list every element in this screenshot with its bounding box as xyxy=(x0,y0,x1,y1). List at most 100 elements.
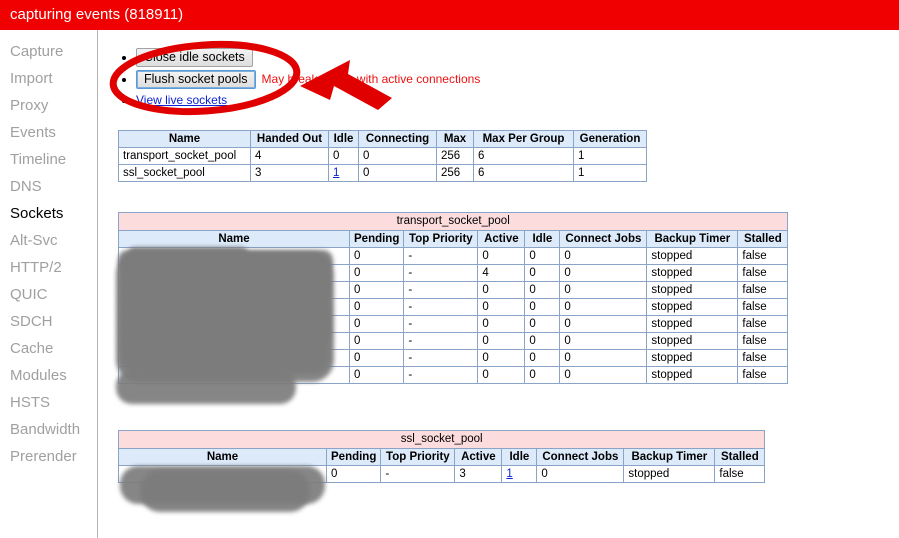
sidebar-item-bandwidth[interactable]: Bandwidth xyxy=(0,416,97,443)
sidebar-item-http-2[interactable]: HTTP/2 xyxy=(0,254,97,281)
flush-socket-pools-button[interactable]: Flush socket pools xyxy=(136,70,256,89)
view-live-sockets-link[interactable]: View live sockets xyxy=(136,93,227,107)
table-row: 0-0 0 0 stopped false xyxy=(118,298,789,316)
cell-connect-jobs: 0 xyxy=(559,332,648,350)
cell-backup-timer: stopped xyxy=(646,332,739,350)
cell-active: 0 xyxy=(477,332,526,350)
cell-idle: 0 xyxy=(524,264,561,282)
sidebar-item-capture[interactable]: Capture xyxy=(0,38,97,65)
cell-stalled: false xyxy=(737,281,789,299)
cell-connecting: 0 xyxy=(358,164,437,182)
table-header-row: Name Pending Top Priority Active Idle Connect… xyxy=(118,448,766,466)
sidebar-item-sdch[interactable]: SDCH xyxy=(0,308,97,335)
table-header-row: Name Pending Top Priority Active Idle Connect… xyxy=(118,230,789,248)
cell-backup-timer: stopped xyxy=(623,465,716,483)
column-header: Idle xyxy=(328,130,359,148)
column-header: Idle xyxy=(524,230,561,248)
cell-active: 0 xyxy=(477,247,526,265)
column-header: Pending xyxy=(325,448,382,466)
cell-top-priority: - xyxy=(403,332,479,350)
column-header: Top Priority xyxy=(380,448,456,466)
cell-active: 0 xyxy=(477,366,526,384)
pools-summary-container: Name Handed Out Idle Connecting Max Max Per G… xyxy=(118,130,647,182)
cell-top-priority: - xyxy=(403,315,479,333)
idle-sockets-link[interactable]: 1 xyxy=(506,468,512,480)
cell-idle: 0 xyxy=(524,247,561,265)
sidebar-item-dns[interactable]: DNS xyxy=(0,173,97,200)
close-idle-sockets-button[interactable]: Close idle sockets xyxy=(136,48,253,67)
view-live-sockets-item: View live sockets xyxy=(136,92,899,109)
cell-stalled: false xyxy=(737,332,789,350)
cell-idle[interactable]: 1 xyxy=(328,164,359,182)
cell-backup-timer: stopped xyxy=(646,247,739,265)
cell-active: 3 xyxy=(454,465,503,483)
cell-pending: 0 xyxy=(348,315,405,333)
cell-connecting: 0 xyxy=(358,147,437,165)
table-body: transport_socket_pool 4 0 0 256 6 1 ssl_socket_… xyxy=(118,147,647,182)
sidebar-item-proxy[interactable]: Proxy xyxy=(0,92,97,119)
cell-name xyxy=(118,366,350,384)
column-header: Top Priority xyxy=(403,230,479,248)
cell-max: 256 xyxy=(436,164,474,182)
cell-max: 256 xyxy=(436,147,474,165)
transport-pool-title: transport_socket_pool xyxy=(118,212,789,230)
cell-handed-out: 4 xyxy=(250,147,329,165)
cell-stalled: false xyxy=(737,247,789,265)
cell-backup-timer: stopped xyxy=(646,264,739,282)
idle-sockets-link[interactable]: 1 xyxy=(333,167,339,179)
cell-idle: 0 xyxy=(524,281,561,299)
column-header: Max xyxy=(436,130,474,148)
column-header: Idle xyxy=(501,448,538,466)
sidebar-nav: Capture Import Proxy Events Timeline DNS Socke… xyxy=(0,30,97,538)
table-row: 0-0 0 0 stopped false xyxy=(118,247,789,265)
cell-generation: 1 xyxy=(573,147,647,165)
sidebar-item-timeline[interactable]: Timeline xyxy=(0,146,97,173)
sidebar-item-prerender[interactable]: Prerender xyxy=(0,443,97,470)
column-header: Stalled xyxy=(737,230,789,248)
cell-pending: 0 xyxy=(348,332,405,350)
cell-top-priority: - xyxy=(403,298,479,316)
column-header: Pending xyxy=(348,230,405,248)
sidebar-item-sockets[interactable]: Sockets xyxy=(0,200,97,227)
sidebar-item-quic[interactable]: QUIC xyxy=(0,281,97,308)
sidebar-item-hsts[interactable]: HSTS xyxy=(0,389,97,416)
cell-name xyxy=(118,315,350,333)
cell-max-per-group: 6 xyxy=(473,164,574,182)
cell-active: 0 xyxy=(477,298,526,316)
cell-pending: 0 xyxy=(348,247,405,265)
column-header: Connect Jobs xyxy=(536,448,625,466)
socket-pools-summary-table: Name Handed Out Idle Connecting Max Max Per G… xyxy=(118,130,647,182)
column-header: Backup Timer xyxy=(623,448,716,466)
sidebar-item-modules[interactable]: Modules xyxy=(0,362,97,389)
table-row: 0-0 0 0 stopped false xyxy=(118,315,789,333)
sidebar-item-events[interactable]: Events xyxy=(0,119,97,146)
sidebar-item-cache[interactable]: Cache xyxy=(0,335,97,362)
cell-connect-jobs: 0 xyxy=(559,264,648,282)
column-header: Stalled xyxy=(714,448,766,466)
cell-stalled: false xyxy=(737,349,789,367)
cell-idle[interactable]: 1 xyxy=(501,465,538,483)
column-header: Name xyxy=(118,448,327,466)
socket-actions-list: Close idle sockets Flush socket pools May… xyxy=(98,30,899,109)
cell-pending: 0 xyxy=(348,366,405,384)
cell-active: 0 xyxy=(477,281,526,299)
cell-name xyxy=(118,349,350,367)
cell-stalled: false xyxy=(737,366,789,384)
column-header: Backup Timer xyxy=(646,230,739,248)
table-row: 0-3 1 0 stopped false xyxy=(118,465,766,483)
cell-pending: 0 xyxy=(348,264,405,282)
table-row: ssl_socket_pool 3 1 0 256 6 1 xyxy=(118,164,647,182)
cell-name xyxy=(118,332,350,350)
cell-pending: 0 xyxy=(348,298,405,316)
table-row: 0-0 0 0 stopped false xyxy=(118,281,789,299)
cell-pending: 0 xyxy=(348,349,405,367)
cell-active: 4 xyxy=(477,264,526,282)
cell-stalled: false xyxy=(737,315,789,333)
sidebar-item-alt-svc[interactable]: Alt-Svc xyxy=(0,227,97,254)
cell-connect-jobs: 0 xyxy=(559,247,648,265)
cell-connect-jobs: 0 xyxy=(559,366,648,384)
cell-top-priority: - xyxy=(403,264,479,282)
sidebar-item-import[interactable]: Import xyxy=(0,65,97,92)
cell-name xyxy=(118,264,350,282)
column-header: Name xyxy=(118,230,350,248)
